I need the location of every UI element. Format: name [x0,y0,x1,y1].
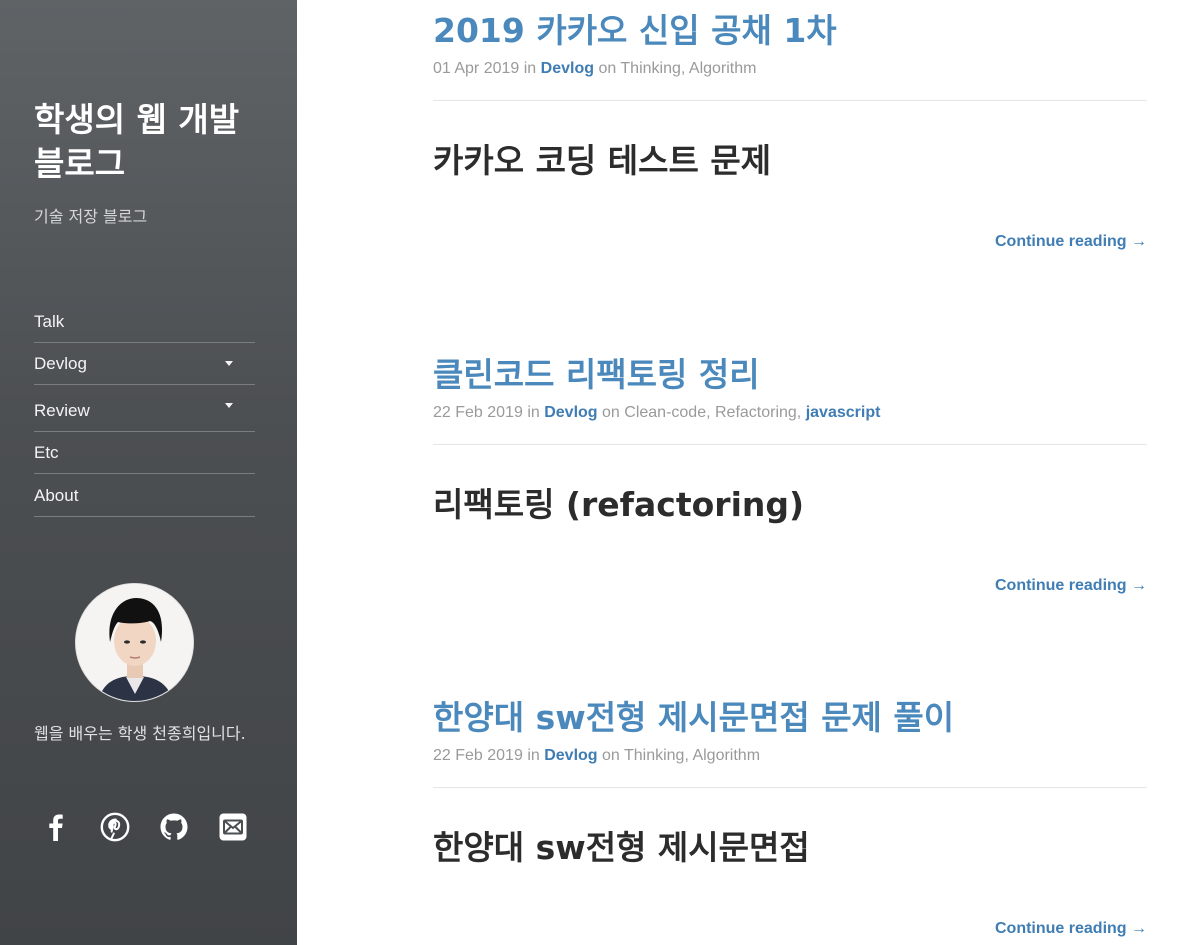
post-excerpt: 카카오 코딩 테스트 문제 [433,141,772,180]
avatar [75,583,194,702]
github-icon[interactable] [156,809,192,845]
post-tag-link[interactable]: javascript [806,404,881,421]
post-category-link[interactable]: Devlog [541,60,594,77]
post-title[interactable]: 클린코드 리팩토링 정리 [433,348,760,396]
nav-item-etc[interactable]: Etc [34,432,255,474]
continue-reading-link[interactable]: Continue reading → [995,233,1147,251]
post-date: 22 Feb 2019 [433,404,523,421]
meta-on: on [598,60,617,77]
sidebar-nav: Talk Devlog Review Etc About [34,301,255,517]
continue-reading-link[interactable]: Continue reading → [995,577,1147,595]
sidebar: 학생의 웹 개발 블로그 기술 저장 블로그 Talk Devlog Revie… [0,0,297,945]
post-excerpt: 한양대 sw전형 제시문면접 [433,828,810,867]
nav-item-label: Etc [34,443,59,462]
meta-in: in [527,404,540,421]
post-meta: 22 Feb 2019 in Devlog on Thinking, Algor… [433,747,760,765]
post-date: 22 Feb 2019 [433,747,523,764]
nav-item-devlog[interactable]: Devlog [34,343,255,385]
post-title[interactable]: 한양대 sw전형 제시문면접 문제 풀이 [433,691,954,739]
nav-item-about[interactable]: About [34,474,255,517]
continue-reading-link[interactable]: Continue reading → [995,920,1147,938]
profile-photo [76,584,193,701]
mail-icon[interactable] [215,809,251,845]
post-tags: Thinking, Algorithm [620,60,757,77]
meta-in: in [523,60,537,77]
post-meta: 01 Apr 2019 in Devlog on Thinking, Algor… [433,60,756,78]
post-meta: 22 Feb 2019 in Devlog on Clean-code, Ref… [433,404,880,422]
nav-item-label: Devlog [34,354,87,373]
post-divider [433,100,1147,101]
post-excerpt: 리팩토링 (refactoring) [433,485,805,524]
post-category-link[interactable]: Devlog [544,747,597,764]
chevron-down-icon[interactable] [225,403,233,408]
nav-item-review[interactable]: Review [34,385,255,432]
post-date: 01 Apr 2019 [433,60,520,77]
blog-title[interactable]: 학생의 웹 개발 블로그 [34,98,274,186]
blog-subtitle: 기술 저장 블로그 [34,207,148,226]
author-bio: 웹을 배우는 학생 천종희입니다. [34,724,246,743]
nav-item-label: Review [34,401,90,420]
nav-item-label: Talk [34,312,65,331]
chevron-down-icon[interactable] [225,361,233,366]
pinterest-icon[interactable] [97,809,133,845]
meta-on: on [602,747,620,764]
social-links [38,809,251,845]
post-title[interactable]: 2019 카카오 신입 공채 1차 [433,4,837,52]
post-category-link[interactable]: Devlog [544,404,597,421]
nav-item-label: About [34,486,79,505]
post-tags: Thinking, Algorithm [623,747,761,764]
meta-on: on [602,404,620,421]
facebook-icon[interactable] [38,809,74,845]
nav-item-talk[interactable]: Talk [34,301,255,343]
meta-in: in [527,747,540,764]
post-divider [433,787,1147,788]
post-tags: Clean-code, Refactoring, [624,404,802,421]
post-divider [433,444,1147,445]
